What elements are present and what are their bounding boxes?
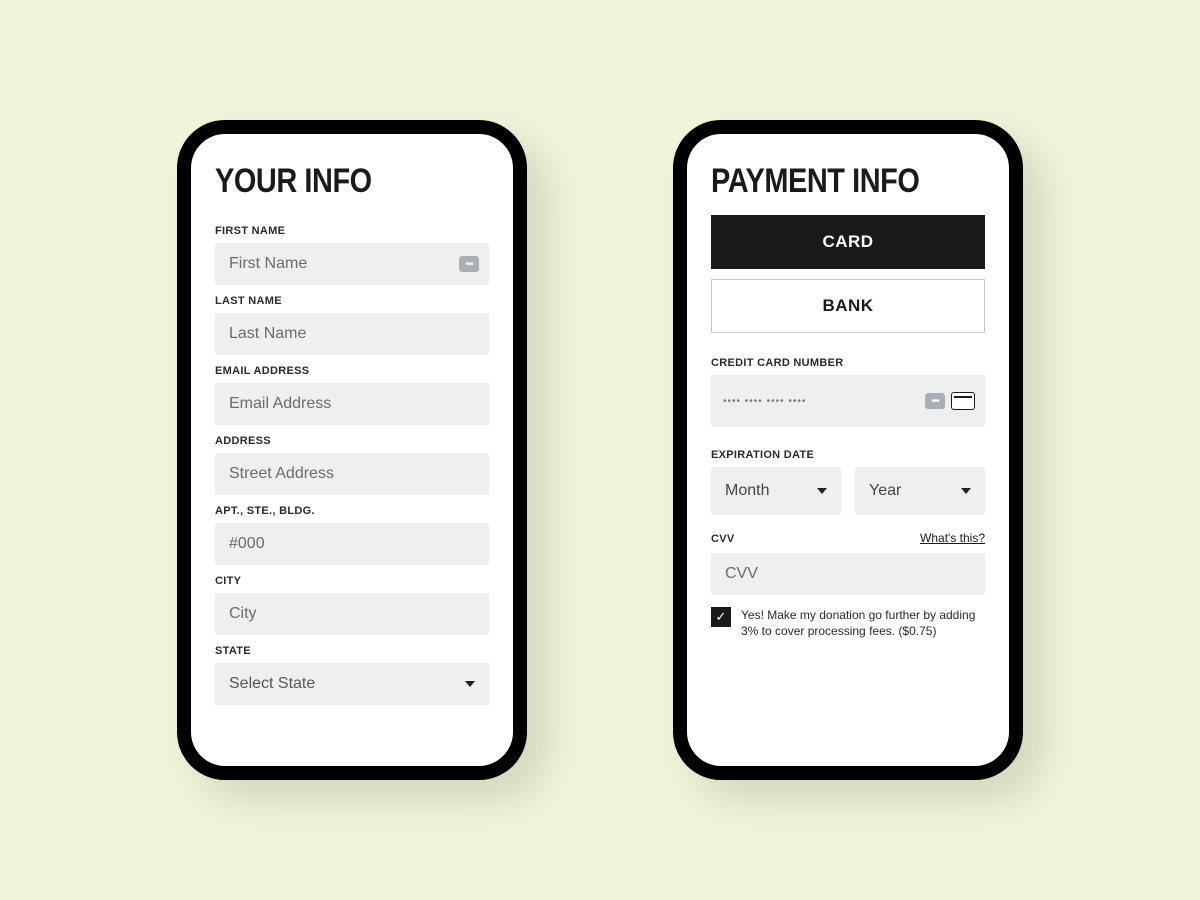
first-name-label: FIRST NAME bbox=[215, 225, 489, 237]
first-name-input[interactable]: First Name ••• bbox=[215, 243, 489, 285]
address-input[interactable]: Street Address bbox=[215, 453, 489, 495]
exp-year-select[interactable]: Year bbox=[855, 467, 985, 515]
exp-month-placeholder: Month bbox=[725, 482, 769, 500]
tab-card-label: CARD bbox=[822, 232, 873, 252]
cc-mask: •••• •••• •••• •••• bbox=[723, 396, 806, 407]
address-placeholder: Street Address bbox=[229, 465, 334, 483]
email-label: EMAIL ADDRESS bbox=[215, 365, 489, 377]
whats-this-link[interactable]: What's this? bbox=[920, 531, 985, 545]
autofill-icon: ••• bbox=[925, 393, 945, 409]
first-name-placeholder: First Name bbox=[229, 255, 307, 273]
apt-placeholder: #000 bbox=[229, 535, 265, 553]
processing-fee-text: Yes! Make my donation go further by addi… bbox=[741, 607, 985, 639]
state-label: STATE bbox=[215, 645, 489, 657]
tab-bank[interactable]: BANK bbox=[711, 279, 985, 333]
screen-payment: PAYMENT INFO CARD BANK CREDIT CARD NUMBE… bbox=[687, 134, 1009, 766]
exp-label: EXPIRATION DATE bbox=[711, 449, 985, 461]
chevron-down-icon bbox=[817, 488, 827, 494]
cc-icons: ••• bbox=[925, 392, 975, 410]
city-placeholder: City bbox=[229, 605, 257, 623]
your-info-heading: YOUR INFO bbox=[215, 162, 448, 201]
city-input[interactable]: City bbox=[215, 593, 489, 635]
apt-input[interactable]: #000 bbox=[215, 523, 489, 565]
phone-frame-your-info: YOUR INFO FIRST NAME First Name ••• LAST… bbox=[177, 120, 527, 780]
exp-month-select[interactable]: Month bbox=[711, 467, 841, 515]
tab-card[interactable]: CARD bbox=[711, 215, 985, 269]
chevron-down-icon bbox=[961, 488, 971, 494]
exp-year-placeholder: Year bbox=[869, 482, 901, 500]
email-placeholder: Email Address bbox=[229, 395, 331, 413]
cvv-input[interactable]: CVV bbox=[711, 553, 985, 595]
phone-frame-payment: PAYMENT INFO CARD BANK CREDIT CARD NUMBE… bbox=[673, 120, 1023, 780]
autofill-icon: ••• bbox=[459, 256, 479, 272]
email-input[interactable]: Email Address bbox=[215, 383, 489, 425]
checkmark-icon: ✓ bbox=[716, 609, 727, 625]
cc-label: CREDIT CARD NUMBER bbox=[711, 357, 985, 369]
payment-heading: PAYMENT INFO bbox=[711, 162, 944, 201]
cvv-placeholder: CVV bbox=[725, 565, 758, 583]
city-label: CITY bbox=[215, 575, 489, 587]
state-selected: Select State bbox=[229, 675, 315, 693]
address-label: ADDRESS bbox=[215, 435, 489, 447]
last-name-label: LAST NAME bbox=[215, 295, 489, 307]
screen-your-info: YOUR INFO FIRST NAME First Name ••• LAST… bbox=[191, 134, 513, 766]
chevron-down-icon bbox=[465, 681, 475, 687]
state-select[interactable]: Select State bbox=[215, 663, 489, 705]
credit-card-icon bbox=[951, 392, 975, 410]
last-name-input[interactable]: Last Name bbox=[215, 313, 489, 355]
cvv-label: CVV bbox=[711, 533, 735, 545]
processing-fee-checkbox[interactable]: ✓ bbox=[711, 607, 731, 627]
last-name-placeholder: Last Name bbox=[229, 325, 306, 343]
tab-bank-label: BANK bbox=[822, 296, 873, 316]
apt-label: APT., STE., BLDG. bbox=[215, 505, 489, 517]
cc-number-input[interactable]: •••• •••• •••• •••• ••• bbox=[711, 375, 985, 427]
